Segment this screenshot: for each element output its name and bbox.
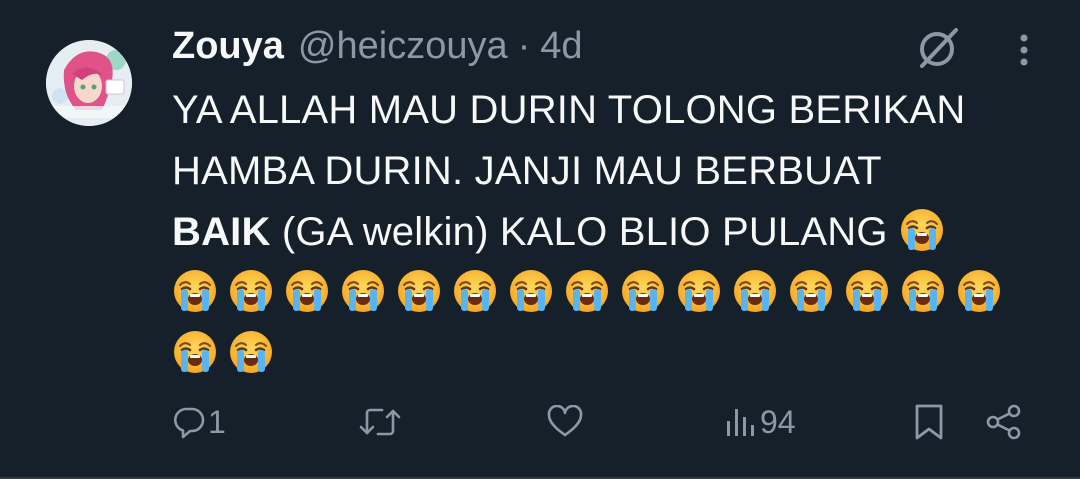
loudly-crying-face-icon <box>956 268 1002 314</box>
handle[interactable]: @heiczouya <box>298 25 508 68</box>
bookmark-icon <box>915 404 943 440</box>
loudly-crying-face-icon <box>900 268 946 314</box>
tweet[interactable]: Zouya @heiczouya · 4d YA ALLAH MAU DURIN… <box>0 0 1080 479</box>
timestamp[interactable]: 4d <box>540 25 582 68</box>
loudly-crying-face-icon <box>899 207 945 253</box>
loudly-crying-face-icon <box>228 329 274 375</box>
loudly-crying-face-icon <box>508 268 554 314</box>
share-icon <box>986 404 1021 440</box>
heart-icon <box>547 405 583 437</box>
display-name[interactable]: Zouya <box>172 25 284 68</box>
loudly-crying-face-icon <box>396 268 442 314</box>
tweet-text: YA ALLAH MAU DURIN TOLONG BERIKAN HAMBA … <box>172 80 1042 385</box>
views-icon <box>727 409 754 436</box>
emoji-row-1 <box>172 263 1042 324</box>
loudly-crying-face-icon <box>676 268 722 314</box>
avatar[interactable] <box>46 40 132 126</box>
reply-count: 1 <box>208 403 226 440</box>
loudly-crying-face-icon <box>172 329 218 375</box>
loudly-crying-face-icon <box>620 268 666 314</box>
avatar-image <box>46 40 132 126</box>
separator-dot: · <box>517 24 531 67</box>
tweet-text-line-2: HAMBA DURIN. JANJI MAU BERBUAT <box>172 149 882 193</box>
emoji-row-2 <box>172 324 1042 385</box>
views-button[interactable]: 94 <box>724 398 796 446</box>
loudly-crying-face-icon <box>564 268 610 314</box>
retweet-button[interactable] <box>358 398 404 446</box>
loudly-crying-face-icon <box>452 268 498 314</box>
bold-text: BAIK <box>172 210 271 254</box>
loudly-crying-face-icon <box>228 268 274 314</box>
loudly-crying-face-icon <box>172 268 218 314</box>
bookmark-button[interactable] <box>912 398 946 446</box>
tweet-header: Zouya @heiczouya · 4d <box>172 22 583 70</box>
tweet-text-line-1: YA ALLAH MAU DURIN TOLONG BERIKAN <box>172 88 966 132</box>
retweet-icon <box>359 408 401 436</box>
loudly-crying-face-icon <box>284 268 330 314</box>
action-bar: 1 94 <box>172 398 1032 446</box>
loudly-crying-face-icon <box>340 268 386 314</box>
like-button[interactable] <box>546 398 586 446</box>
reply-icon <box>174 407 205 439</box>
line-3-text: (GA welkin) KALO BLIO PULANG <box>270 210 899 254</box>
tweet-text-line-3: BAIK (GA welkin) KALO BLIO PULANG <box>172 202 1042 263</box>
share-button[interactable] <box>984 398 1024 446</box>
loudly-crying-face-icon <box>844 268 890 314</box>
reply-button[interactable]: 1 <box>172 398 226 446</box>
loudly-crying-face-icon <box>788 268 834 314</box>
more-vertical-icon[interactable] <box>1006 30 1042 70</box>
grok-icon[interactable] <box>912 22 962 72</box>
loudly-crying-face-icon <box>732 268 778 314</box>
view-count: 94 <box>760 403 796 440</box>
